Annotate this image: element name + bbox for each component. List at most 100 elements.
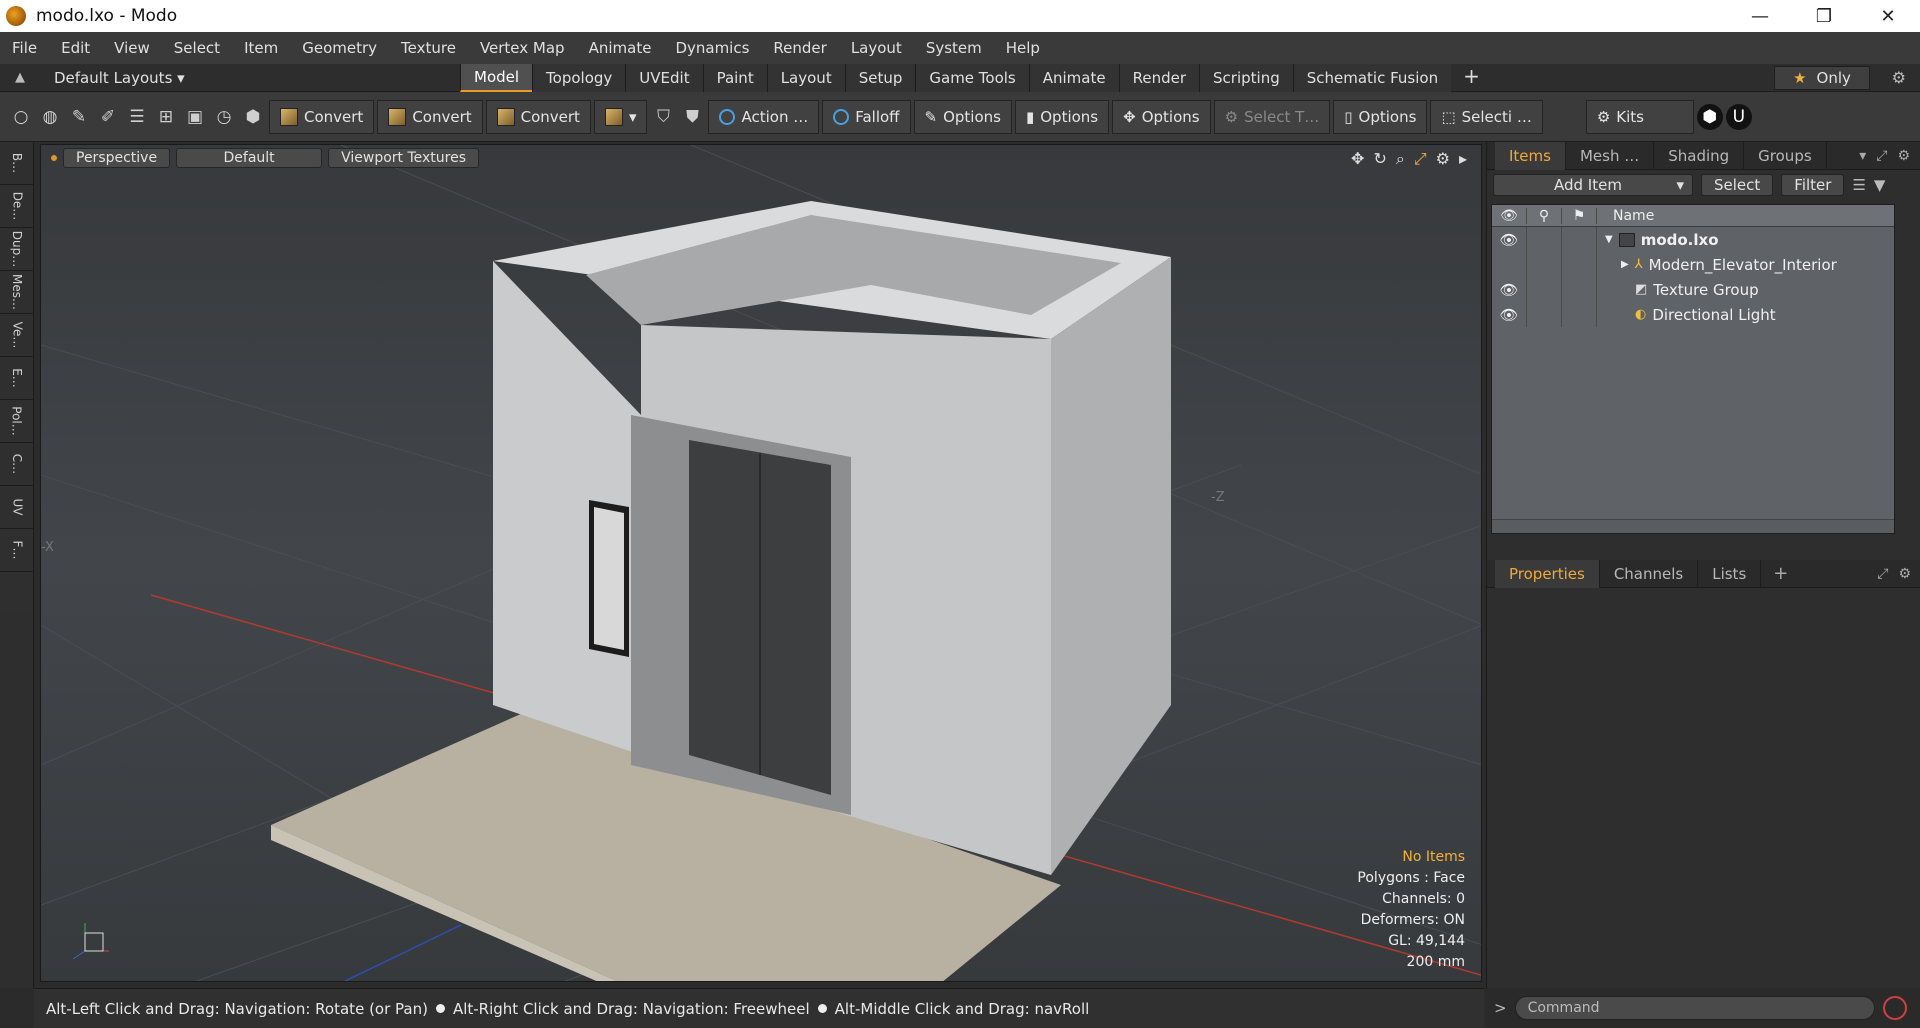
tab-game-tools[interactable]: Game Tools — [915, 63, 1029, 92]
only-button[interactable]: ★ Only — [1774, 66, 1870, 90]
tab-channels[interactable]: Channels — [1600, 559, 1699, 588]
menu-geometry[interactable]: Geometry — [290, 39, 389, 57]
gear-icon[interactable]: ⚙ — [1898, 566, 1911, 582]
close-button[interactable]: ✕ — [1856, 0, 1920, 32]
tab-groups[interactable]: Groups — [1744, 141, 1827, 170]
tab-setup[interactable]: Setup — [844, 63, 916, 92]
tab-model[interactable]: Model — [460, 63, 533, 92]
tab-render[interactable]: Render — [1118, 63, 1200, 92]
collapse-triangle-icon[interactable]: ▶ — [1621, 259, 1629, 270]
viewport-textures-button[interactable]: Viewport Textures — [328, 148, 480, 168]
selection-button[interactable]: ⬚ Selecti … — [1430, 99, 1543, 134]
globe-icon[interactable]: ◍ — [37, 104, 63, 130]
left-tab-duplicate[interactable]: Dup… — [0, 228, 34, 271]
menu-help[interactable]: Help — [994, 39, 1052, 57]
menu-layout[interactable]: Layout — [839, 39, 914, 57]
symmetry-icon[interactable]: ⛉ — [650, 104, 676, 130]
chevron-right-icon[interactable]: ▸ — [1459, 149, 1467, 169]
options-button-2[interactable]: ▮ Options — [1014, 99, 1110, 134]
menu-view[interactable]: View — [102, 39, 162, 57]
pen-icon[interactable]: ✎ — [66, 104, 92, 130]
command-input[interactable]: Command — [1514, 996, 1875, 1020]
convert-button-3[interactable]: Convert — [485, 99, 591, 134]
3d-viewport[interactable]: Perspective Default Viewport Textures ✥ … — [40, 144, 1482, 982]
menu-system[interactable]: System — [914, 39, 994, 57]
minimize-button[interactable]: — — [1728, 0, 1792, 32]
unity-icon[interactable]: ⬢ — [1696, 103, 1723, 130]
left-tab-curve[interactable]: C… — [0, 443, 34, 486]
options-button-4[interactable]: ▯ Options — [1333, 99, 1428, 134]
eye-icon[interactable]: 👁 — [1492, 227, 1527, 252]
tab-paint[interactable]: Paint — [702, 63, 767, 92]
snap-icon[interactable]: ⛊ — [679, 104, 705, 130]
action-center-button[interactable]: Action … — [708, 99, 820, 134]
default-style-button[interactable]: Default — [176, 148, 323, 168]
tab-mesh-ops[interactable]: Mesh … — [1566, 141, 1655, 170]
menu-texture[interactable]: Texture — [389, 39, 468, 57]
lock-column-icon[interactable]: ⚲ — [1527, 207, 1562, 224]
expand-triangle-icon[interactable]: ▼ — [1605, 234, 1613, 245]
convert-button-2[interactable]: Convert — [377, 99, 483, 134]
gear-icon[interactable]: ⚙ — [1436, 149, 1450, 169]
tab-schematic-fusion[interactable]: Schematic Fusion — [1292, 63, 1452, 92]
left-tab-uv[interactable]: UV — [0, 486, 34, 529]
list-item[interactable]: 👁 ◩ Texture Group — [1492, 277, 1894, 302]
expand-icon[interactable]: ⤢ — [1877, 566, 1888, 582]
fit-icon[interactable]: ⤢ — [1414, 149, 1427, 169]
left-tab-mesh[interactable]: Mes… — [0, 271, 34, 314]
menu-select[interactable]: Select — [162, 39, 232, 57]
pin-icon[interactable]: ▲ — [0, 70, 40, 85]
viewport-dot-icon[interactable] — [51, 155, 57, 161]
falloff-button[interactable]: Falloff — [822, 99, 911, 134]
menu-vertex-map[interactable]: Vertex Map — [468, 39, 577, 57]
tab-topology[interactable]: Topology — [532, 63, 626, 92]
list-item[interactable]: ▶ ⅄ Modern_Elevator_Interior — [1492, 252, 1894, 277]
tab-uvedit[interactable]: UVEdit — [625, 63, 703, 92]
list-item[interactable]: 👁 ◐ Directional Light — [1492, 302, 1894, 327]
align-icon[interactable]: ☰ — [124, 104, 150, 130]
menu-dynamics[interactable]: Dynamics — [663, 39, 761, 57]
tab-scripting[interactable]: Scripting — [1199, 63, 1293, 92]
options-button-1[interactable]: ✎ Options — [913, 99, 1012, 134]
tab-layout[interactable]: Layout — [766, 63, 845, 92]
sphere-icon[interactable]: ◷ — [211, 104, 237, 130]
cube-dropdown-button[interactable]: ▾ — [593, 99, 648, 134]
select-through-button[interactable]: ⚙ Select T… — [1213, 99, 1331, 134]
tab-shading[interactable]: Shading — [1654, 141, 1745, 170]
visibility-column-icon[interactable]: 👁 — [1492, 207, 1527, 224]
tab-lists[interactable]: Lists — [1698, 559, 1762, 588]
left-tab-vertex[interactable]: Ve… — [0, 314, 34, 357]
tab-items[interactable]: Items — [1495, 141, 1566, 170]
grid-icon[interactable]: ⊞ — [153, 104, 179, 130]
kits-button[interactable]: ⚙ Kits — [1585, 99, 1694, 134]
circle-select-icon[interactable]: ○ — [8, 104, 34, 130]
render-column-icon[interactable]: ⚑ — [1562, 207, 1597, 224]
add-item-dropdown[interactable]: Add Item ▾ — [1493, 174, 1693, 196]
move-icon[interactable]: ✥ — [1351, 149, 1364, 169]
record-icon[interactable] — [1882, 996, 1907, 1020]
funnel-icon[interactable]: ▼ — [1874, 176, 1886, 194]
maximize-button[interactable]: ❐ — [1792, 0, 1856, 32]
zoom-icon[interactable]: ⌕ — [1396, 149, 1405, 169]
left-tab-basic[interactable]: B… — [0, 142, 34, 185]
menu-edit[interactable]: Edit — [49, 39, 102, 57]
name-column-header[interactable]: Name — [1597, 208, 1654, 224]
left-tab-polygon[interactable]: Pol… — [0, 400, 34, 443]
expand-icon[interactable]: ⤢ — [1876, 148, 1887, 164]
left-tab-deform[interactable]: De… — [0, 185, 34, 228]
left-tab-fusion[interactable]: F… — [0, 529, 34, 572]
menu-file[interactable]: File — [0, 39, 49, 57]
filter-button[interactable]: Filter — [1781, 174, 1845, 196]
brush-icon[interactable]: ✐ — [95, 104, 121, 130]
menu-item[interactable]: Item — [232, 39, 290, 57]
tab-properties[interactable]: Properties — [1495, 559, 1600, 588]
add-tab-icon[interactable]: + — [1761, 563, 1800, 584]
select-button[interactable]: Select — [1701, 174, 1774, 196]
menu-animate[interactable]: Animate — [577, 39, 664, 57]
gear-icon[interactable]: ⚙ — [1897, 148, 1910, 164]
default-layouts-dropdown[interactable]: Default Layouts ▾ — [40, 69, 220, 87]
rotate-icon[interactable]: ↻ — [1373, 149, 1386, 169]
list-options-icon[interactable]: ☰ — [1852, 176, 1865, 194]
perspective-button[interactable]: Perspective — [63, 148, 171, 168]
left-tab-edge[interactable]: E… — [0, 357, 34, 400]
